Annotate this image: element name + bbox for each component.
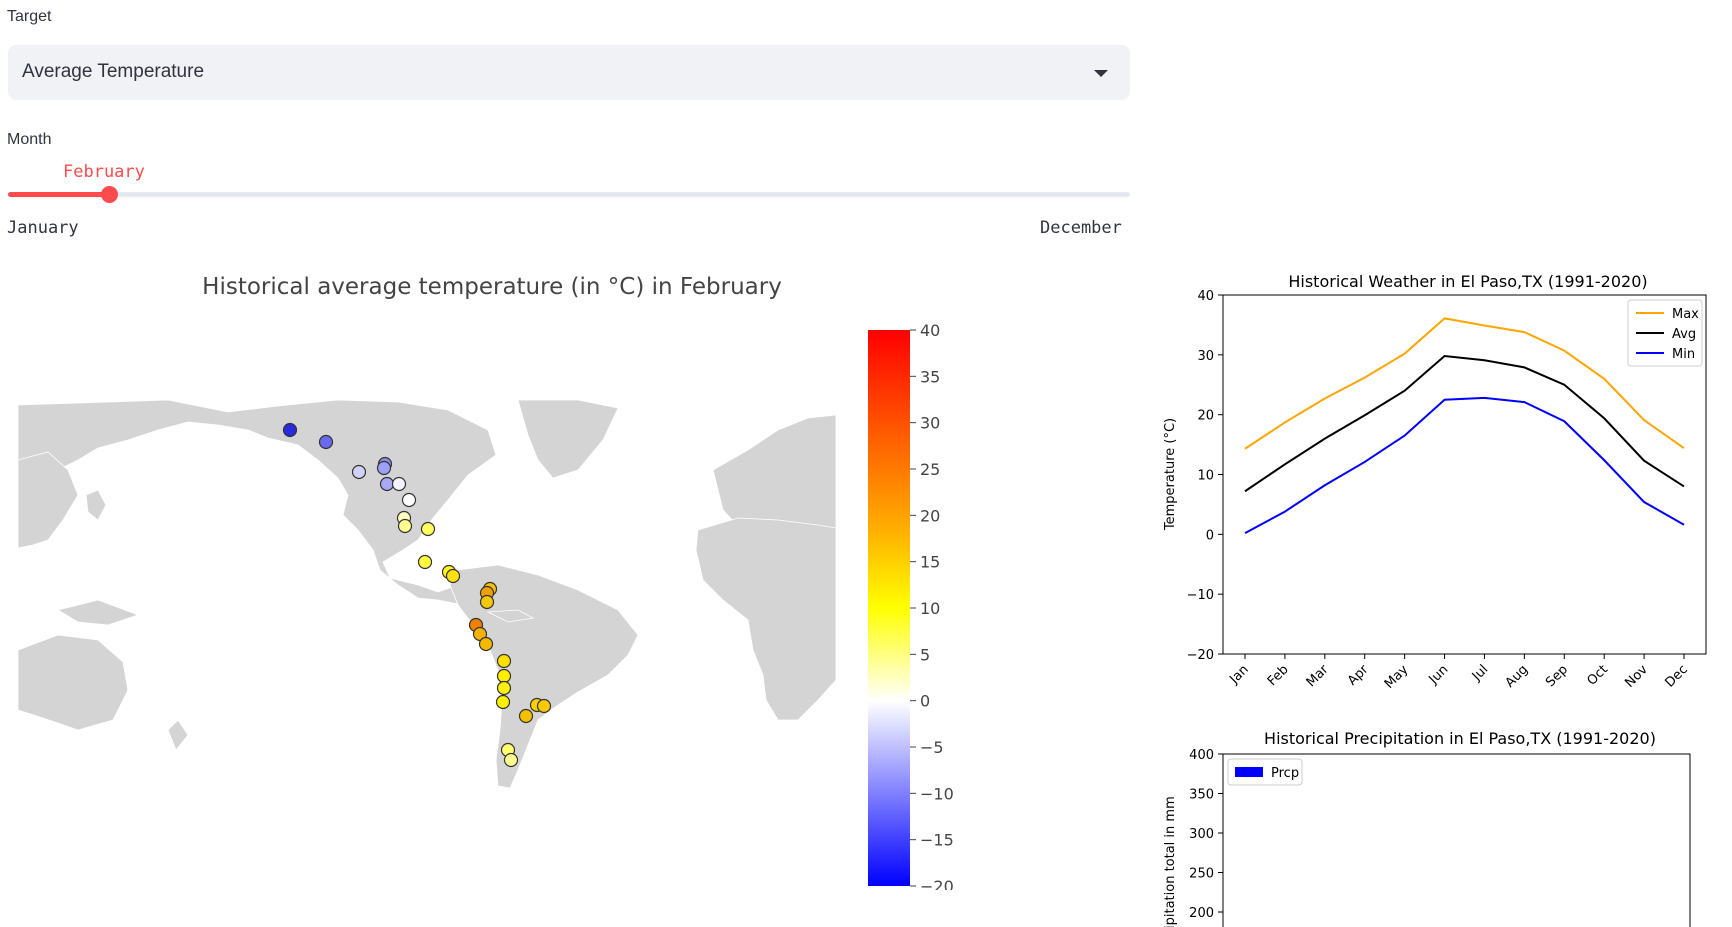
month-slider-track[interactable] [8, 192, 1130, 197]
colorbar-tick-label: 15 [920, 553, 940, 572]
new-zealand-land [167, 719, 189, 751]
month-label: Month [7, 131, 52, 148]
y-tick-label: 250 [1189, 867, 1214, 882]
temperature-chart: Historical Weather in El Paso,TX (1991-2… [1163, 272, 1707, 692]
y-tick-label: 10 [1197, 469, 1214, 484]
precipitation-chart-title: Historical Precipitation in El Paso,TX (… [1264, 729, 1656, 748]
temperature-chart-xticks: Jan Feb Mar Apr May Jun Jul Aug Sep Oct Nov Dec [1226, 654, 1691, 692]
y-tick-label: 30 [1197, 349, 1214, 364]
temperature-chart-title: Historical Weather in El Paso,TX (1991-2… [1288, 272, 1647, 291]
legend-swatch-prcp [1235, 767, 1263, 777]
slider-min-label: January [7, 218, 79, 238]
x-tick-label: Nov [1622, 662, 1651, 691]
colorbar-gradient [868, 330, 910, 886]
precipitation-chart: Historical Precipitation in El Paso,TX (… [1163, 729, 1691, 927]
greenland-land [517, 400, 619, 479]
asia-land [18, 451, 79, 549]
precipitation-chart-ylabel: ipitation total in mm [1163, 796, 1178, 927]
africa-land [695, 517, 836, 721]
series-line-avg [1244, 354, 1685, 493]
temperature-chart-yticks: 40 30 20 10 0 −10 −20 [1187, 289, 1223, 663]
series-line-max [1244, 317, 1685, 450]
colorbar-tick-label: 10 [920, 599, 940, 618]
y-tick-label: 350 [1189, 788, 1214, 803]
legend-label-avg: Avg [1672, 327, 1696, 342]
x-tick-label: Jul [1469, 662, 1491, 684]
colorbar-tick-label: −20 [920, 877, 954, 890]
legend-label-prcp: Prcp [1271, 766, 1299, 781]
y-tick-label: 300 [1189, 827, 1214, 842]
y-tick-label: 40 [1197, 289, 1214, 304]
indonesia-land [56, 599, 140, 626]
y-tick-label: −10 [1187, 588, 1214, 603]
colorbar-tick-label: −5 [920, 738, 944, 757]
chevron-down-icon[interactable] [1094, 70, 1108, 77]
legend-label-min: Min [1672, 347, 1695, 362]
y-tick-label: −20 [1187, 648, 1214, 663]
x-tick-label: Dec [1662, 662, 1690, 690]
precipitation-chart-legend: Prcp [1227, 758, 1303, 786]
temperature-chart-ylabel: Temperature (°C) [1163, 418, 1178, 531]
colorbar: 40 35 30 25 20 15 10 5 0 −5 −10 −15 −20 [868, 321, 954, 890]
colorbar-tick-label: 20 [920, 506, 940, 525]
target-select-value: Average Temperature [22, 61, 205, 82]
colorbar-tick-label: 40 [920, 321, 940, 340]
x-tick-label: Feb [1265, 662, 1292, 689]
y-tick-label: 200 [1189, 906, 1214, 921]
colorbar-tick-label: 0 [920, 692, 930, 711]
colorbar-tick-label: 35 [920, 367, 940, 386]
colorbar-tick-label: 25 [920, 460, 940, 479]
target-label: Target [7, 8, 52, 25]
colorbar-ticks: 40 35 30 25 20 15 10 5 0 −5 −10 −15 −20 [910, 321, 954, 890]
temperature-chart-legend: Max Avg Min [1627, 299, 1703, 367]
x-tick-label: Mar [1304, 662, 1332, 690]
colorbar-tick-label: 5 [920, 645, 930, 664]
colorbar-tick-label: 30 [920, 414, 940, 433]
x-tick-label: May [1382, 662, 1412, 692]
x-tick-label: Aug [1503, 662, 1532, 691]
slider-max-label: December [1040, 218, 1122, 238]
y-tick-label: 400 [1189, 748, 1214, 763]
target-select[interactable]: Average Temperature [8, 45, 1130, 100]
temperature-chart-lines [1244, 317, 1685, 535]
legend-label-max: Max [1672, 307, 1699, 322]
x-tick-label: Oct [1585, 662, 1612, 689]
slider-current-value: February [63, 162, 145, 182]
x-tick-label: Jan [1226, 662, 1251, 687]
x-tick-label: Apr [1345, 662, 1372, 689]
month-slider-thumb[interactable] [101, 186, 118, 203]
colorbar-tick-label: −15 [920, 831, 954, 850]
x-tick-label: Jun [1426, 662, 1452, 688]
x-tick-label: Sep [1543, 662, 1571, 690]
series-line-min [1244, 396, 1685, 535]
y-tick-label: 20 [1197, 409, 1214, 424]
month-slider-fill [8, 192, 109, 197]
south-america-land [449, 564, 639, 789]
colorbar-tick-label: −10 [920, 784, 954, 803]
japan-land [85, 489, 107, 521]
world-map[interactable] [18, 400, 836, 790]
australia-land [18, 634, 129, 731]
map-chart-title: Historical average temperature (in °C) i… [202, 274, 782, 300]
precipitation-chart-yticks: 400 350 300 250 200 [1189, 748, 1223, 921]
y-tick-label: 0 [1206, 528, 1214, 543]
